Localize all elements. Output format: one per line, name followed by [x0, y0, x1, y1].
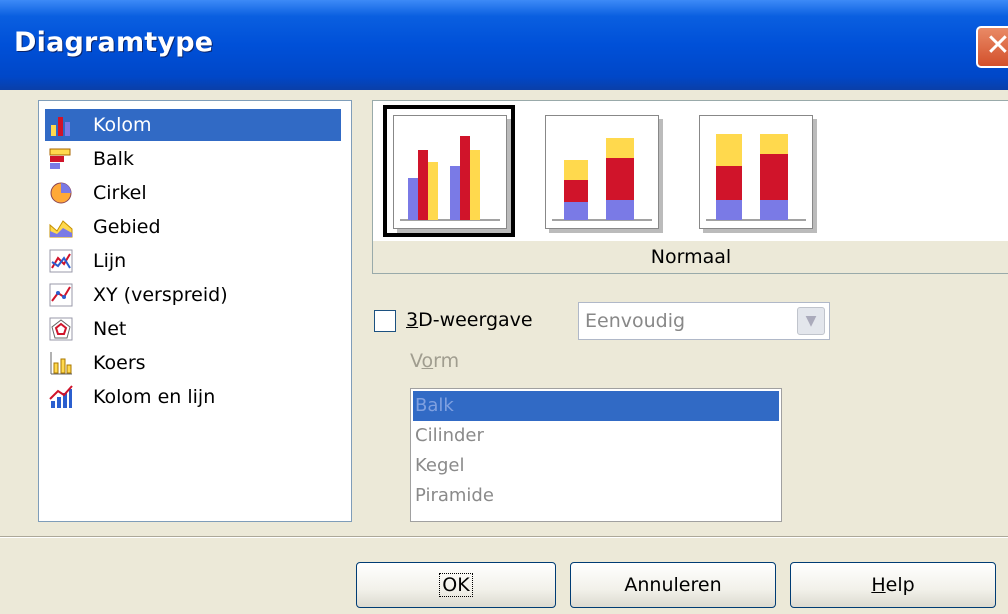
shape-item-piramide[interactable]: Piramide	[413, 481, 779, 511]
button-divider	[0, 536, 1008, 538]
variant-stacked-frame	[545, 115, 659, 229]
line-chart-icon	[49, 249, 73, 273]
variant-percent-thumbnail[interactable]	[691, 107, 819, 235]
shape-list[interactable]: Balk Cilinder Kegel Piramide	[410, 388, 782, 522]
close-button[interactable]: ✕	[976, 26, 1008, 68]
help-button[interactable]: Help	[790, 562, 996, 608]
net-chart-icon	[49, 317, 73, 341]
chart-variant-panel: Normaal	[372, 100, 1008, 274]
pie-chart-icon	[50, 182, 72, 204]
stock-chart-icon	[50, 352, 72, 375]
bar-chart-icon	[49, 148, 71, 169]
dialog-body: Kolom Balk Cirkel Gebied Lijn XY (verspr…	[0, 90, 1008, 614]
shape-item-balk[interactable]: Balk	[413, 391, 779, 421]
variant-stacked-thumbnail[interactable]	[537, 107, 665, 235]
ok-button[interactable]: OK	[356, 562, 556, 608]
list-item-xy-verspreid[interactable]: XY (verspreid)	[45, 279, 341, 311]
xy-scatter-chart-icon	[49, 283, 73, 307]
variant-normal-frame	[393, 115, 507, 229]
variant-caption: Normaal	[650, 246, 732, 268]
percent-stacked-column-chart-icon	[706, 134, 806, 221]
variant-percent-frame	[699, 115, 813, 229]
shape-item-kegel[interactable]: Kegel	[413, 451, 779, 481]
list-item-koers[interactable]: Koers	[45, 347, 341, 379]
3d-view-checkbox[interactable]	[374, 310, 396, 332]
list-item-lijn[interactable]: Lijn	[45, 245, 341, 277]
dialog-title: Diagramtype	[14, 27, 214, 58]
dialog-window: Diagramtype ✕ Kolom Balk Cirkel Gebied L…	[0, 0, 1008, 614]
close-icon: ✕	[985, 28, 1008, 63]
list-item-balk[interactable]: Balk	[45, 143, 341, 175]
shape-item-cilinder[interactable]: Cilinder	[413, 421, 779, 451]
cancel-button[interactable]: Annuleren	[570, 562, 776, 608]
title-bar[interactable]: Diagramtype ✕	[0, 0, 1008, 90]
variant-normal-thumbnail[interactable]	[383, 105, 515, 237]
chart-type-list[interactable]: Kolom Balk Cirkel Gebied Lijn XY (verspr…	[38, 100, 352, 522]
list-item-gebied[interactable]: Gebied	[45, 211, 341, 243]
stacked-column-chart-icon	[552, 138, 652, 221]
list-item-kolom[interactable]: Kolom	[45, 109, 341, 141]
list-item-kolom-en-lijn[interactable]: Kolom en lijn	[45, 381, 341, 413]
list-item-net[interactable]: Net	[45, 313, 341, 345]
normal-column-chart-icon	[400, 136, 500, 221]
list-item-cirkel[interactable]: Cirkel	[45, 177, 341, 209]
chevron-down-icon[interactable]: ▼	[797, 307, 825, 335]
3d-style-value: Eenvoudig	[585, 310, 686, 332]
shape-label: Vorm	[410, 350, 460, 372]
column-chart-icon	[51, 117, 70, 136]
3d-style-dropdown[interactable]: Eenvoudig ▼	[578, 302, 830, 340]
3d-view-label[interactable]: 3D-weergave	[406, 304, 533, 336]
area-chart-icon	[49, 220, 73, 238]
column-line-chart-icon	[49, 385, 73, 408]
